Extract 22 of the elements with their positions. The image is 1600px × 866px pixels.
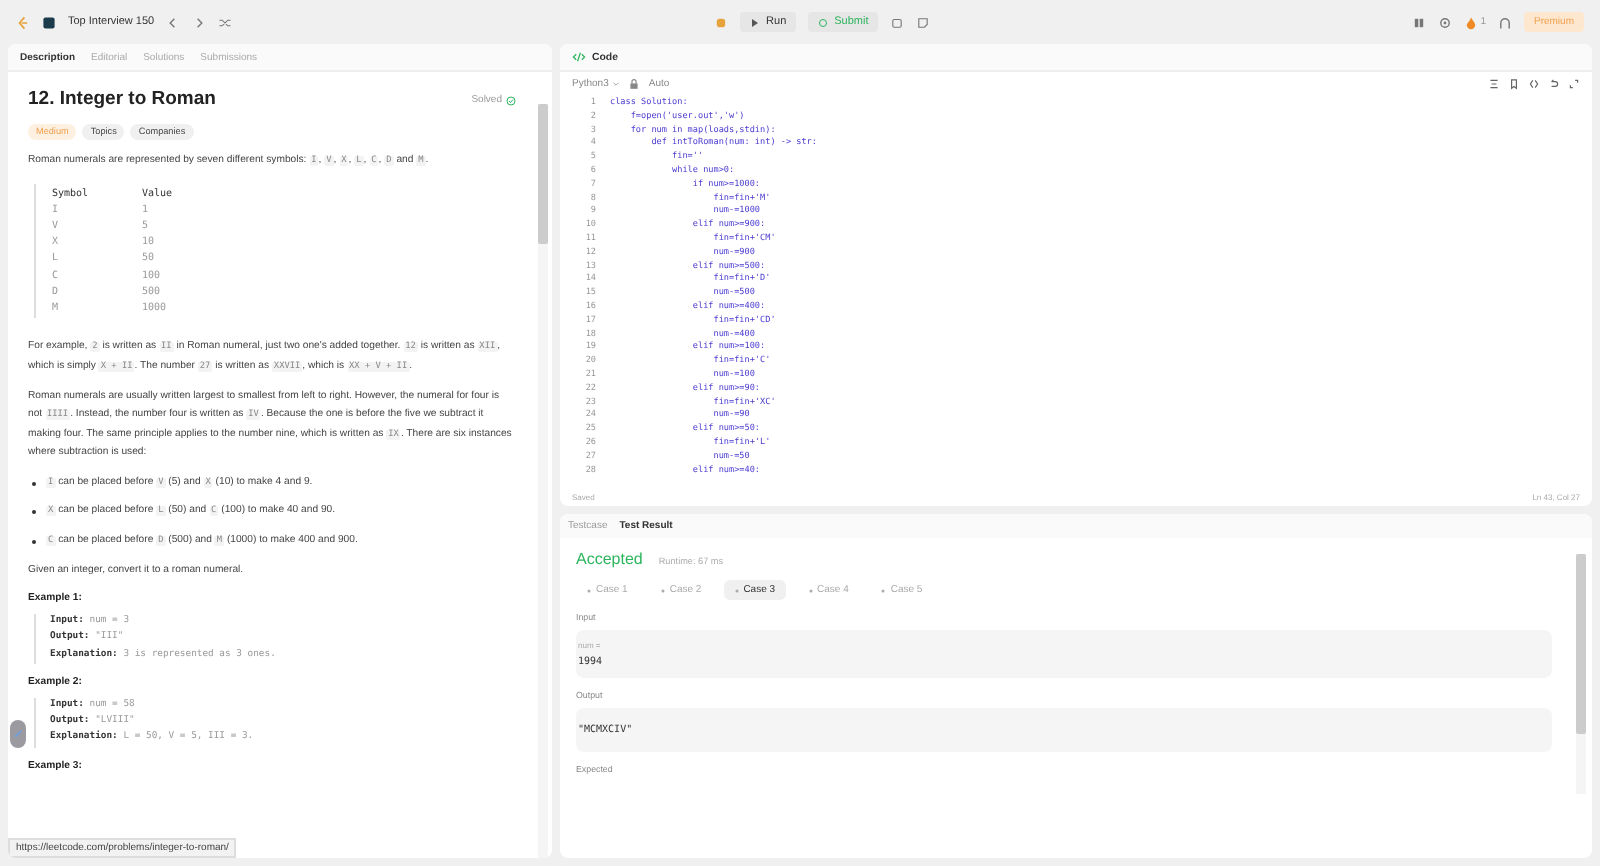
code-icon xyxy=(572,50,586,64)
settings-icon[interactable] xyxy=(1438,15,1453,29)
notes-icon[interactable] xyxy=(916,15,931,29)
braces-icon[interactable] xyxy=(1528,78,1540,90)
previous-icon[interactable] xyxy=(166,15,181,29)
avatar-icon[interactable] xyxy=(1497,15,1512,29)
verdict: Accepted xyxy=(576,550,643,568)
check-circle-icon xyxy=(506,95,516,105)
play-icon xyxy=(750,17,761,27)
pen-icon xyxy=(12,728,24,740)
format-icon[interactable] xyxy=(1488,78,1500,90)
expand-icon[interactable] xyxy=(1568,78,1580,90)
shuffle-icon[interactable] xyxy=(218,15,233,29)
undo-icon[interactable] xyxy=(1548,78,1560,90)
bookmark-icon[interactable] xyxy=(1508,78,1520,90)
edit-button[interactable] xyxy=(10,720,26,748)
lock-icon xyxy=(628,78,641,90)
layout-icon[interactable] xyxy=(1412,15,1427,29)
fire-icon[interactable] xyxy=(1464,15,1479,29)
list-icon xyxy=(42,15,56,29)
next-icon[interactable] xyxy=(192,15,207,29)
problem-title: 12. Integer to Roman xyxy=(28,88,218,112)
